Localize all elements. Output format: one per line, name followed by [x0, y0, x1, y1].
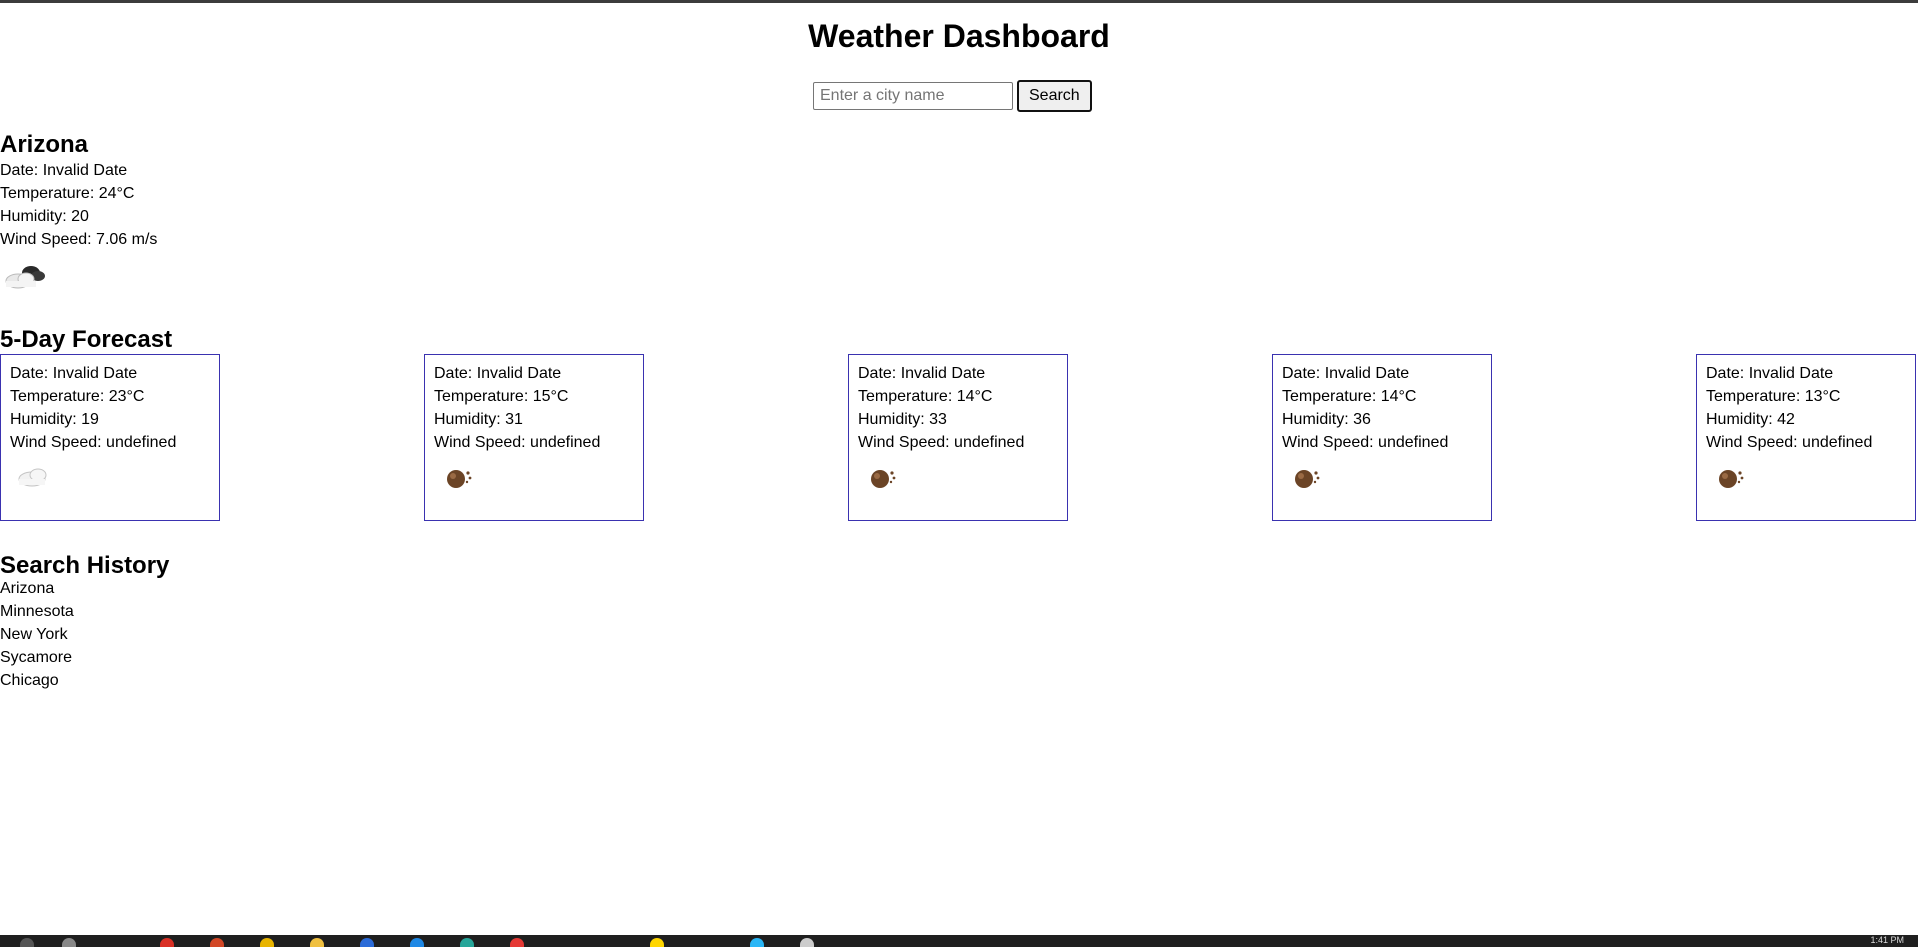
current-humidity: Humidity: 20: [0, 208, 89, 225]
app-icon[interactable]: [510, 938, 524, 947]
forecast-wind-speed: Wind Speed: undefined: [1282, 434, 1449, 451]
current-weather: Arizona Date: Invalid Date Temperature: …: [0, 131, 157, 295]
forecast-card: Date: Invalid Date Temperature: 15°C Hum…: [424, 354, 644, 521]
search-history-list: Arizona Minnesota New York Sycamore Chic…: [0, 577, 74, 692]
forecast-humidity: Humidity: 19: [10, 411, 99, 428]
forecast-date: Date: Invalid Date: [1706, 365, 1834, 382]
search-history-heading: Search History: [0, 552, 170, 579]
brown-ball-icon: [858, 462, 908, 496]
brown-ball-icon: [434, 462, 484, 496]
forecast-wind-speed: Wind Speed: undefined: [434, 434, 601, 451]
history-item[interactable]: Sycamore: [0, 646, 74, 669]
search-bar: Search: [813, 80, 1092, 112]
os-taskbar: 1:41 PM: [0, 935, 1918, 947]
forecast-wind-speed: Wind Speed: undefined: [10, 434, 177, 451]
page-title: Weather Dashboard: [808, 18, 1110, 54]
history-item[interactable]: Chicago: [0, 669, 74, 692]
forecast-date: Date: Invalid Date: [1282, 365, 1410, 382]
history-item[interactable]: Minnesota: [0, 600, 74, 623]
forecast-date: Date: Invalid Date: [858, 365, 986, 382]
forecast-humidity: Humidity: 33: [858, 411, 947, 428]
forecast-card: Date: Invalid Date Temperature: 14°C Hum…: [848, 354, 1068, 521]
app-icon[interactable]: [210, 938, 224, 947]
forecast-temperature: Temperature: 14°C: [1282, 388, 1417, 405]
forecast-card: Date: Invalid Date Temperature: 13°C Hum…: [1696, 354, 1916, 521]
search-button[interactable]: Search: [1017, 80, 1092, 112]
search-icon[interactable]: [62, 938, 76, 947]
forecast-heading: 5-Day Forecast: [0, 326, 173, 353]
chrome-icon[interactable]: [160, 938, 174, 947]
current-wind-speed: Wind Speed: 7.06 m/s: [0, 231, 158, 248]
history-item[interactable]: New York: [0, 623, 74, 646]
forecast-date: Date: Invalid Date: [10, 365, 138, 382]
city-search-input[interactable]: [813, 82, 1013, 110]
app-icon[interactable]: [260, 938, 274, 947]
forecast-temperature: Temperature: 15°C: [434, 388, 569, 405]
cloud-sun-icon: [0, 257, 50, 295]
forecast-temperature: Temperature: 13°C: [1706, 388, 1841, 405]
app-icon[interactable]: [360, 938, 374, 947]
forecast-temperature: Temperature: 14°C: [858, 388, 993, 405]
forecast-wind-speed: Wind Speed: undefined: [1706, 434, 1873, 451]
forecast-humidity: Humidity: 36: [1282, 411, 1371, 428]
app-icon[interactable]: [800, 938, 814, 947]
forecast-humidity: Humidity: 31: [434, 411, 523, 428]
app-icon[interactable]: [750, 938, 764, 947]
forecast-date: Date: Invalid Date: [434, 365, 562, 382]
forecast-cards: Date: Invalid Date Temperature: 23°C Hum…: [0, 354, 1918, 523]
forecast-temperature: Temperature: 23°C: [10, 388, 145, 405]
history-item[interactable]: Arizona: [0, 577, 74, 600]
folder-icon[interactable]: [310, 938, 324, 947]
brown-ball-icon: [1706, 462, 1756, 496]
start-icon[interactable]: [20, 938, 34, 947]
current-date: Date: Invalid Date: [0, 162, 128, 179]
forecast-humidity: Humidity: 42: [1706, 411, 1795, 428]
weather-dashboard-page: Weather Dashboard Search Arizona Date: I…: [0, 0, 1918, 935]
brown-ball-icon: [1282, 462, 1332, 496]
app-icon[interactable]: [410, 938, 424, 947]
forecast-card: Date: Invalid Date Temperature: 23°C Hum…: [0, 354, 220, 521]
current-city-name: Arizona: [0, 131, 89, 158]
cloud-icon: [10, 462, 60, 496]
forecast-wind-speed: Wind Speed: undefined: [858, 434, 1025, 451]
forecast-card: Date: Invalid Date Temperature: 14°C Hum…: [1272, 354, 1492, 521]
app-icon[interactable]: [460, 938, 474, 947]
current-temperature: Temperature: 24°C: [0, 185, 135, 202]
taskbar-clock: 1:41 PM: [1870, 935, 1904, 945]
app-icon[interactable]: [650, 938, 664, 947]
